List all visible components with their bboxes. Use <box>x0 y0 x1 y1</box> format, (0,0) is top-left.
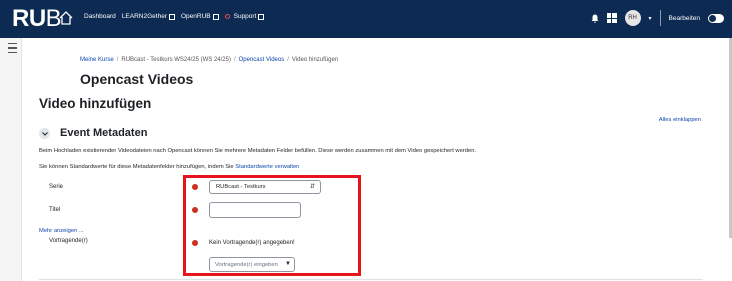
breadcrumb-current: Video hinzufügen <box>291 57 339 63</box>
nav-support[interactable]: Support <box>224 13 265 20</box>
defaults-hint: Sie können Standardwerte für diese Metad… <box>39 164 300 170</box>
section-divider <box>39 279 703 280</box>
collapse-all-link[interactable]: Alles einklappen <box>659 117 701 123</box>
series-label: Serie <box>49 184 64 190</box>
nav-learn2gether[interactable]: LEARN2Gether <box>122 13 175 20</box>
support-icon <box>224 14 230 19</box>
navbar-divider <box>659 10 661 26</box>
edit-mode-toggle[interactable] <box>708 13 724 23</box>
manage-defaults-link[interactable]: Standardwerte verwalten <box>235 164 299 170</box>
edit-mode-label: Bearbeiten <box>668 14 700 22</box>
external-link-icon <box>168 13 175 20</box>
grid-icon[interactable] <box>606 13 617 23</box>
chevron-down-icon[interactable]: ▾ <box>649 15 652 22</box>
nav-dashboard[interactable]: Dashboard <box>84 13 116 20</box>
breadcrumb-course[interactable]: RUBcast - Testkurs WS24/25 (WS 24/25) <box>121 57 231 63</box>
external-link-icon <box>212 13 219 20</box>
avatar[interactable]: RH <box>624 10 641 26</box>
course-title: Opencast Videos <box>80 71 194 87</box>
section-description: Beim Hochladen existierender Videodateie… <box>39 148 477 154</box>
nav-openrub[interactable]: OpenRUB <box>181 13 219 20</box>
home-icon[interactable] <box>58 10 74 26</box>
speakers-label: Vortragende(r) <box>49 238 88 244</box>
page-title: Video hinzufügen <box>39 96 152 111</box>
left-drawer <box>0 38 22 281</box>
highlight-box <box>183 175 361 276</box>
breadcrumb-opencast-videos[interactable]: Opencast Videos <box>239 57 285 63</box>
chevron-down-icon <box>41 131 48 136</box>
title-label: Titel <box>49 207 61 213</box>
bell-icon[interactable] <box>591 14 599 23</box>
section-title: Event Metadaten <box>60 127 148 139</box>
breadcrumb: Meine Kurse / RUBcast - Testkurs WS24/25… <box>80 57 339 63</box>
breadcrumb-my-courses[interactable]: Meine Kurse <box>80 57 114 63</box>
section-collapse-button[interactable] <box>39 128 50 139</box>
external-link-icon <box>258 13 265 20</box>
show-more-link[interactable]: Mehr anzeigen ... <box>39 228 84 234</box>
top-navbar: RUB Dashboard LEARN2Gether OpenRUB Suppo… <box>0 0 732 38</box>
course-index-toggle-icon[interactable] <box>5 43 17 53</box>
rub-logo[interactable]: RUB <box>12 6 62 32</box>
